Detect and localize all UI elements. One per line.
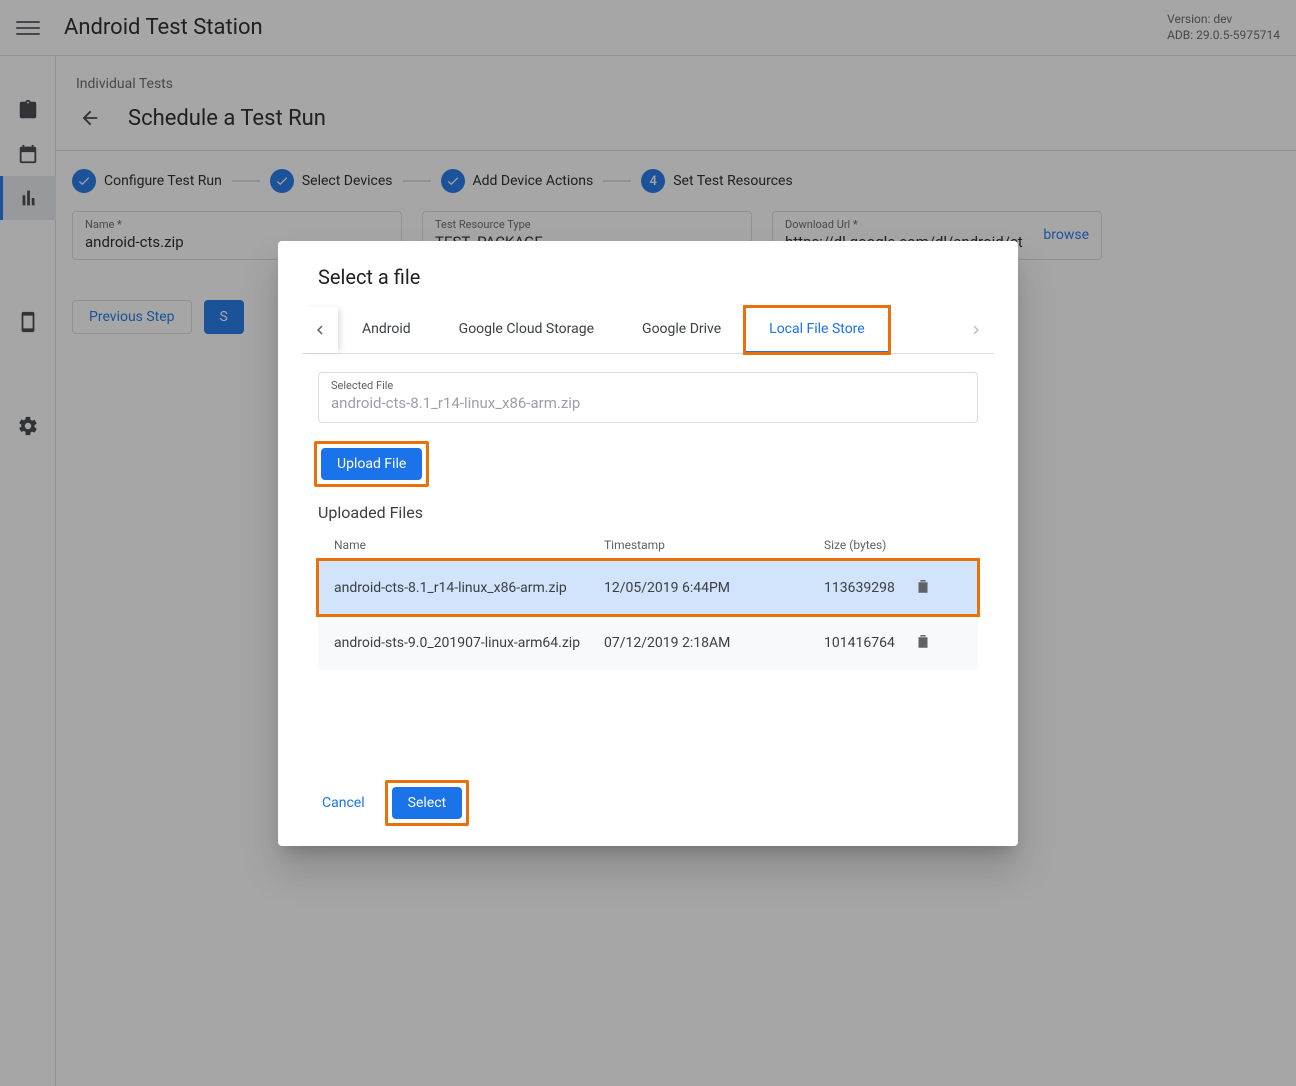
col-timestamp: Timestamp [604,538,824,552]
files-table: Name Timestamp Size (bytes) android-cts-… [318,530,978,670]
tabs-scroll: Android Google Cloud Storage Google Driv… [338,307,958,353]
uploaded-files-title: Uploaded Files [318,503,994,522]
delete-icon[interactable] [914,577,944,599]
table-header: Name Timestamp Size (bytes) [318,530,978,560]
tab-gdrive[interactable]: Google Drive [618,307,745,353]
chevron-right-icon[interactable] [958,307,994,353]
col-size: Size (bytes) [824,538,914,552]
col-name: Name [334,538,604,552]
tab-android[interactable]: Android [338,307,435,353]
cell-name: android-cts-8.1_r14-linux_x86-arm.zip [334,580,604,596]
field-value: android-cts-8.1_r14-linux_x86-arm.zip [331,394,965,412]
tabs-row: Android Google Cloud Storage Google Driv… [302,307,994,354]
dialog-actions: Cancel Select [314,780,994,826]
cell-timestamp: 07/12/2019 2:18AM [604,635,824,651]
selected-file-field[interactable]: Selected File android-cts-8.1_r14-linux_… [318,372,978,423]
modal-backdrop[interactable]: Select a file Android Google Cloud Stora… [0,0,1296,1086]
table-row[interactable]: android-sts-9.0_201907-linux-arm64.zip 0… [318,615,978,670]
select-button[interactable]: Select [392,787,462,819]
dialog-title: Select a file [302,265,994,289]
tab-gcs[interactable]: Google Cloud Storage [435,307,618,353]
delete-icon[interactable] [914,632,944,654]
cell-name: android-sts-9.0_201907-linux-arm64.zip [334,635,604,651]
cancel-button[interactable]: Cancel [314,787,373,819]
cell-size: 113639298 [824,580,914,596]
chevron-left-icon[interactable] [302,307,338,353]
upload-wrap: Upload File [314,441,994,487]
cell-timestamp: 12/05/2019 6:44PM [604,580,824,596]
table-row[interactable]: android-cts-8.1_r14-linux_x86-arm.zip 12… [318,560,978,615]
select-file-dialog: Select a file Android Google Cloud Stora… [278,241,1018,846]
upload-file-button[interactable]: Upload File [321,448,422,480]
field-label: Selected File [331,379,965,392]
tab-local-file-store[interactable]: Local File Store [745,307,889,353]
cell-size: 101416764 [824,635,914,651]
